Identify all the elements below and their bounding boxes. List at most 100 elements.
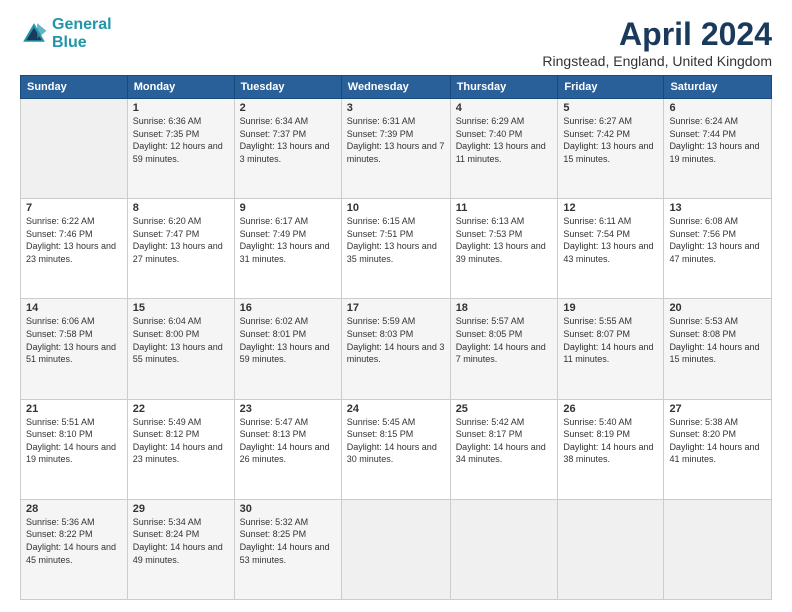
col-wednesday: Wednesday bbox=[341, 76, 450, 99]
day-info: Sunrise: 5:45 AMSunset: 8:15 PMDaylight:… bbox=[347, 416, 445, 466]
day-number: 10 bbox=[347, 202, 445, 214]
day-info: Sunrise: 6:29 AMSunset: 7:40 PMDaylight:… bbox=[456, 115, 553, 165]
day-number: 27 bbox=[669, 403, 766, 415]
day-number: 15 bbox=[133, 302, 229, 314]
table-row: 8Sunrise: 6:20 AMSunset: 7:47 PMDaylight… bbox=[127, 199, 234, 299]
table-row bbox=[664, 499, 772, 599]
day-info: Sunrise: 6:11 AMSunset: 7:54 PMDaylight:… bbox=[563, 215, 658, 265]
logo-text: General Blue bbox=[52, 16, 112, 51]
day-info: Sunrise: 5:42 AMSunset: 8:17 PMDaylight:… bbox=[456, 416, 553, 466]
day-info: Sunrise: 5:51 AMSunset: 8:10 PMDaylight:… bbox=[26, 416, 122, 466]
day-number: 30 bbox=[240, 503, 336, 515]
day-number: 4 bbox=[456, 102, 553, 114]
day-number: 28 bbox=[26, 503, 122, 515]
day-number: 9 bbox=[240, 202, 336, 214]
day-number: 25 bbox=[456, 403, 553, 415]
table-row: 17Sunrise: 5:59 AMSunset: 8:03 PMDayligh… bbox=[341, 299, 450, 399]
col-thursday: Thursday bbox=[450, 76, 558, 99]
page: General Blue April 2024 Ringstead, Engla… bbox=[0, 0, 792, 612]
day-info: Sunrise: 6:06 AMSunset: 7:58 PMDaylight:… bbox=[26, 315, 122, 365]
day-info: Sunrise: 6:27 AMSunset: 7:42 PMDaylight:… bbox=[563, 115, 658, 165]
table-row: 5Sunrise: 6:27 AMSunset: 7:42 PMDaylight… bbox=[558, 99, 664, 199]
logo-general: General bbox=[52, 16, 112, 33]
day-number: 16 bbox=[240, 302, 336, 314]
day-info: Sunrise: 6:15 AMSunset: 7:51 PMDaylight:… bbox=[347, 215, 445, 265]
table-row: 20Sunrise: 5:53 AMSunset: 8:08 PMDayligh… bbox=[664, 299, 772, 399]
table-row: 22Sunrise: 5:49 AMSunset: 8:12 PMDayligh… bbox=[127, 399, 234, 499]
table-row: 13Sunrise: 6:08 AMSunset: 7:56 PMDayligh… bbox=[664, 199, 772, 299]
table-row: 4Sunrise: 6:29 AMSunset: 7:40 PMDaylight… bbox=[450, 99, 558, 199]
table-row bbox=[21, 99, 128, 199]
calendar-week-row: 28Sunrise: 5:36 AMSunset: 8:22 PMDayligh… bbox=[21, 499, 772, 599]
table-row: 30Sunrise: 5:32 AMSunset: 8:25 PMDayligh… bbox=[234, 499, 341, 599]
table-row: 9Sunrise: 6:17 AMSunset: 7:49 PMDaylight… bbox=[234, 199, 341, 299]
day-number: 20 bbox=[669, 302, 766, 314]
day-number: 22 bbox=[133, 403, 229, 415]
col-friday: Friday bbox=[558, 76, 664, 99]
day-info: Sunrise: 6:13 AMSunset: 7:53 PMDaylight:… bbox=[456, 215, 553, 265]
day-info: Sunrise: 5:38 AMSunset: 8:20 PMDaylight:… bbox=[669, 416, 766, 466]
day-info: Sunrise: 6:31 AMSunset: 7:39 PMDaylight:… bbox=[347, 115, 445, 165]
table-row: 1Sunrise: 6:36 AMSunset: 7:35 PMDaylight… bbox=[127, 99, 234, 199]
month-title: April 2024 bbox=[542, 16, 772, 53]
day-number: 18 bbox=[456, 302, 553, 314]
logo: General Blue bbox=[20, 16, 112, 51]
table-row: 23Sunrise: 5:47 AMSunset: 8:13 PMDayligh… bbox=[234, 399, 341, 499]
table-row: 6Sunrise: 6:24 AMSunset: 7:44 PMDaylight… bbox=[664, 99, 772, 199]
day-number: 5 bbox=[563, 102, 658, 114]
day-number: 24 bbox=[347, 403, 445, 415]
col-tuesday: Tuesday bbox=[234, 76, 341, 99]
col-sunday: Sunday bbox=[21, 76, 128, 99]
day-info: Sunrise: 5:57 AMSunset: 8:05 PMDaylight:… bbox=[456, 315, 553, 365]
calendar-week-row: 14Sunrise: 6:06 AMSunset: 7:58 PMDayligh… bbox=[21, 299, 772, 399]
day-info: Sunrise: 5:40 AMSunset: 8:19 PMDaylight:… bbox=[563, 416, 658, 466]
day-info: Sunrise: 5:32 AMSunset: 8:25 PMDaylight:… bbox=[240, 516, 336, 566]
table-row bbox=[558, 499, 664, 599]
day-number: 26 bbox=[563, 403, 658, 415]
table-row: 25Sunrise: 5:42 AMSunset: 8:17 PMDayligh… bbox=[450, 399, 558, 499]
table-row: 18Sunrise: 5:57 AMSunset: 8:05 PMDayligh… bbox=[450, 299, 558, 399]
table-row: 21Sunrise: 5:51 AMSunset: 8:10 PMDayligh… bbox=[21, 399, 128, 499]
table-row bbox=[341, 499, 450, 599]
table-row bbox=[450, 499, 558, 599]
table-row: 11Sunrise: 6:13 AMSunset: 7:53 PMDayligh… bbox=[450, 199, 558, 299]
day-info: Sunrise: 5:34 AMSunset: 8:24 PMDaylight:… bbox=[133, 516, 229, 566]
table-row: 15Sunrise: 6:04 AMSunset: 8:00 PMDayligh… bbox=[127, 299, 234, 399]
title-block: April 2024 Ringstead, England, United Ki… bbox=[542, 16, 772, 69]
day-info: Sunrise: 6:20 AMSunset: 7:47 PMDaylight:… bbox=[133, 215, 229, 265]
day-number: 8 bbox=[133, 202, 229, 214]
col-monday: Monday bbox=[127, 76, 234, 99]
day-number: 6 bbox=[669, 102, 766, 114]
calendar-week-row: 21Sunrise: 5:51 AMSunset: 8:10 PMDayligh… bbox=[21, 399, 772, 499]
day-info: Sunrise: 6:22 AMSunset: 7:46 PMDaylight:… bbox=[26, 215, 122, 265]
location: Ringstead, England, United Kingdom bbox=[542, 53, 772, 69]
table-row: 19Sunrise: 5:55 AMSunset: 8:07 PMDayligh… bbox=[558, 299, 664, 399]
day-number: 1 bbox=[133, 102, 229, 114]
day-number: 2 bbox=[240, 102, 336, 114]
day-number: 29 bbox=[133, 503, 229, 515]
day-info: Sunrise: 6:08 AMSunset: 7:56 PMDaylight:… bbox=[669, 215, 766, 265]
calendar-header-row: Sunday Monday Tuesday Wednesday Thursday… bbox=[21, 76, 772, 99]
table-row: 26Sunrise: 5:40 AMSunset: 8:19 PMDayligh… bbox=[558, 399, 664, 499]
calendar-week-row: 7Sunrise: 6:22 AMSunset: 7:46 PMDaylight… bbox=[21, 199, 772, 299]
day-number: 21 bbox=[26, 403, 122, 415]
calendar-week-row: 1Sunrise: 6:36 AMSunset: 7:35 PMDaylight… bbox=[21, 99, 772, 199]
logo-blue: Blue bbox=[52, 34, 87, 51]
table-row: 28Sunrise: 5:36 AMSunset: 8:22 PMDayligh… bbox=[21, 499, 128, 599]
day-info: Sunrise: 5:36 AMSunset: 8:22 PMDaylight:… bbox=[26, 516, 122, 566]
day-info: Sunrise: 6:04 AMSunset: 8:00 PMDaylight:… bbox=[133, 315, 229, 365]
calendar-table: Sunday Monday Tuesday Wednesday Thursday… bbox=[20, 75, 772, 600]
day-info: Sunrise: 6:34 AMSunset: 7:37 PMDaylight:… bbox=[240, 115, 336, 165]
table-row: 12Sunrise: 6:11 AMSunset: 7:54 PMDayligh… bbox=[558, 199, 664, 299]
day-number: 23 bbox=[240, 403, 336, 415]
table-row: 10Sunrise: 6:15 AMSunset: 7:51 PMDayligh… bbox=[341, 199, 450, 299]
day-info: Sunrise: 6:02 AMSunset: 8:01 PMDaylight:… bbox=[240, 315, 336, 365]
day-number: 14 bbox=[26, 302, 122, 314]
day-number: 13 bbox=[669, 202, 766, 214]
logo-icon bbox=[20, 20, 48, 48]
day-info: Sunrise: 6:36 AMSunset: 7:35 PMDaylight:… bbox=[133, 115, 229, 165]
table-row: 3Sunrise: 6:31 AMSunset: 7:39 PMDaylight… bbox=[341, 99, 450, 199]
day-info: Sunrise: 5:53 AMSunset: 8:08 PMDaylight:… bbox=[669, 315, 766, 365]
day-info: Sunrise: 6:24 AMSunset: 7:44 PMDaylight:… bbox=[669, 115, 766, 165]
day-number: 11 bbox=[456, 202, 553, 214]
